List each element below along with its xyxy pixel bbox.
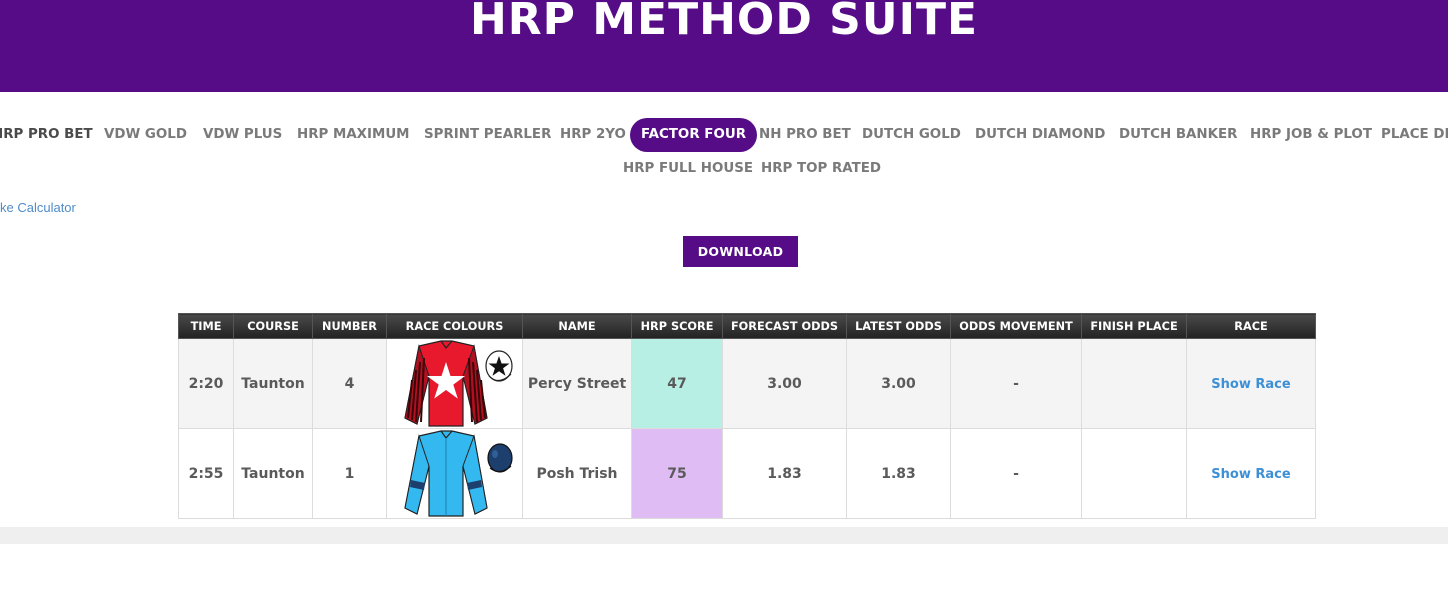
show-race-link[interactable]: Show Race (1211, 377, 1290, 392)
odds-movement: - (950, 338, 1082, 429)
table-row: 2:20 Taunton 4 Percy Street 47 3.00 3.00… (178, 338, 1316, 429)
col-header-name: NAME (522, 313, 632, 339)
col-header-time: TIME (178, 313, 234, 339)
course-name: Taunton (233, 338, 313, 429)
nav-item-hrp-maximum[interactable]: HRP MAXIMUM (297, 118, 410, 152)
nav-item-hrp-job-plot[interactable]: HRP JOB & PLOT (1250, 118, 1372, 152)
nav-item-vdw-plus[interactable]: VDW PLUS (203, 118, 282, 152)
race-cell: Show Race (1186, 338, 1316, 429)
selections-table: TIME COURSE NUMBER RACE COLOURS NAME HRP… (178, 313, 1316, 519)
table-header-row: TIME COURSE NUMBER RACE COLOURS NAME HRP… (178, 313, 1316, 339)
race-time: 2:55 (178, 428, 234, 519)
finish-place (1081, 338, 1187, 429)
col-header-latest-odds: LATEST ODDS (846, 313, 951, 339)
hrp-score: 47 (631, 338, 723, 429)
col-header-hrp-score: HRP SCORE (631, 313, 723, 339)
header-banner: HRP METHOD SUITE (0, 0, 1448, 92)
nav-item-factor-four[interactable]: FACTOR FOUR (630, 118, 758, 152)
col-header-forecast-odds: FORECAST ODDS (722, 313, 847, 339)
col-header-race: RACE (1186, 313, 1316, 339)
col-header-number: NUMBER (312, 313, 387, 339)
footer-strip (0, 527, 1448, 544)
show-race-link[interactable]: Show Race (1211, 467, 1290, 482)
nav-item-dutch-banker[interactable]: DUTCH BANKER (1119, 118, 1237, 152)
latest-odds: 3.00 (846, 338, 951, 429)
race-colours-cell (386, 428, 523, 519)
horse-name: Posh Trish (522, 428, 632, 519)
nav-item-hrp-full-house[interactable]: HRP FULL HOUSE (623, 152, 753, 186)
light-blue-silk-dark-blue-armbands-icon (403, 429, 513, 517)
red-silk-white-star-icon (403, 339, 513, 427)
forecast-odds: 1.83 (722, 428, 847, 519)
nav-item-nh-pro-bet[interactable]: NH PRO BET (759, 118, 851, 152)
download-button[interactable]: DOWNLOAD (683, 236, 798, 267)
horse-name: Percy Street (522, 338, 632, 429)
nav-item-vdw-gold[interactable]: VDW GOLD (104, 118, 187, 152)
stake-calculator-link[interactable]: ke Calculator (0, 200, 76, 215)
finish-place (1081, 428, 1187, 519)
course-name: Taunton (233, 428, 313, 519)
col-header-finish-place: FINISH PLACE (1081, 313, 1187, 339)
race-colours-cell (386, 338, 523, 429)
nav-item-dutch-diamond[interactable]: DUTCH DIAMOND (975, 118, 1105, 152)
nav-item-dutch-gold[interactable]: DUTCH GOLD (862, 118, 961, 152)
runner-number: 1 (312, 428, 387, 519)
odds-movement: - (950, 428, 1082, 519)
runner-number: 4 (312, 338, 387, 429)
race-cell: Show Race (1186, 428, 1316, 519)
site-title: HRP METHOD SUITE (469, 0, 979, 45)
table-row: 2:55 Taunton 1 Posh Trish 75 1.83 1.83 -… (178, 428, 1316, 519)
nav-item-hrp-top-rated[interactable]: HRP TOP RATED (761, 152, 881, 186)
forecast-odds: 3.00 (722, 338, 847, 429)
nav-item-hrp-pro-bet[interactable]: HRP PRO BET (0, 118, 93, 152)
col-header-odds-movement: ODDS MOVEMENT (950, 313, 1082, 339)
hrp-score: 75 (631, 428, 723, 519)
race-time: 2:20 (178, 338, 234, 429)
nav-item-sprint-pearler[interactable]: SPRINT PEARLER (424, 118, 551, 152)
col-header-race-colours: RACE COLOURS (386, 313, 523, 339)
nav-item-place-diamond[interactable]: PLACE DIA (1381, 118, 1448, 152)
col-header-course: COURSE (233, 313, 313, 339)
latest-odds: 1.83 (846, 428, 951, 519)
nav-item-hrp-2yo[interactable]: HRP 2YO (560, 118, 626, 152)
